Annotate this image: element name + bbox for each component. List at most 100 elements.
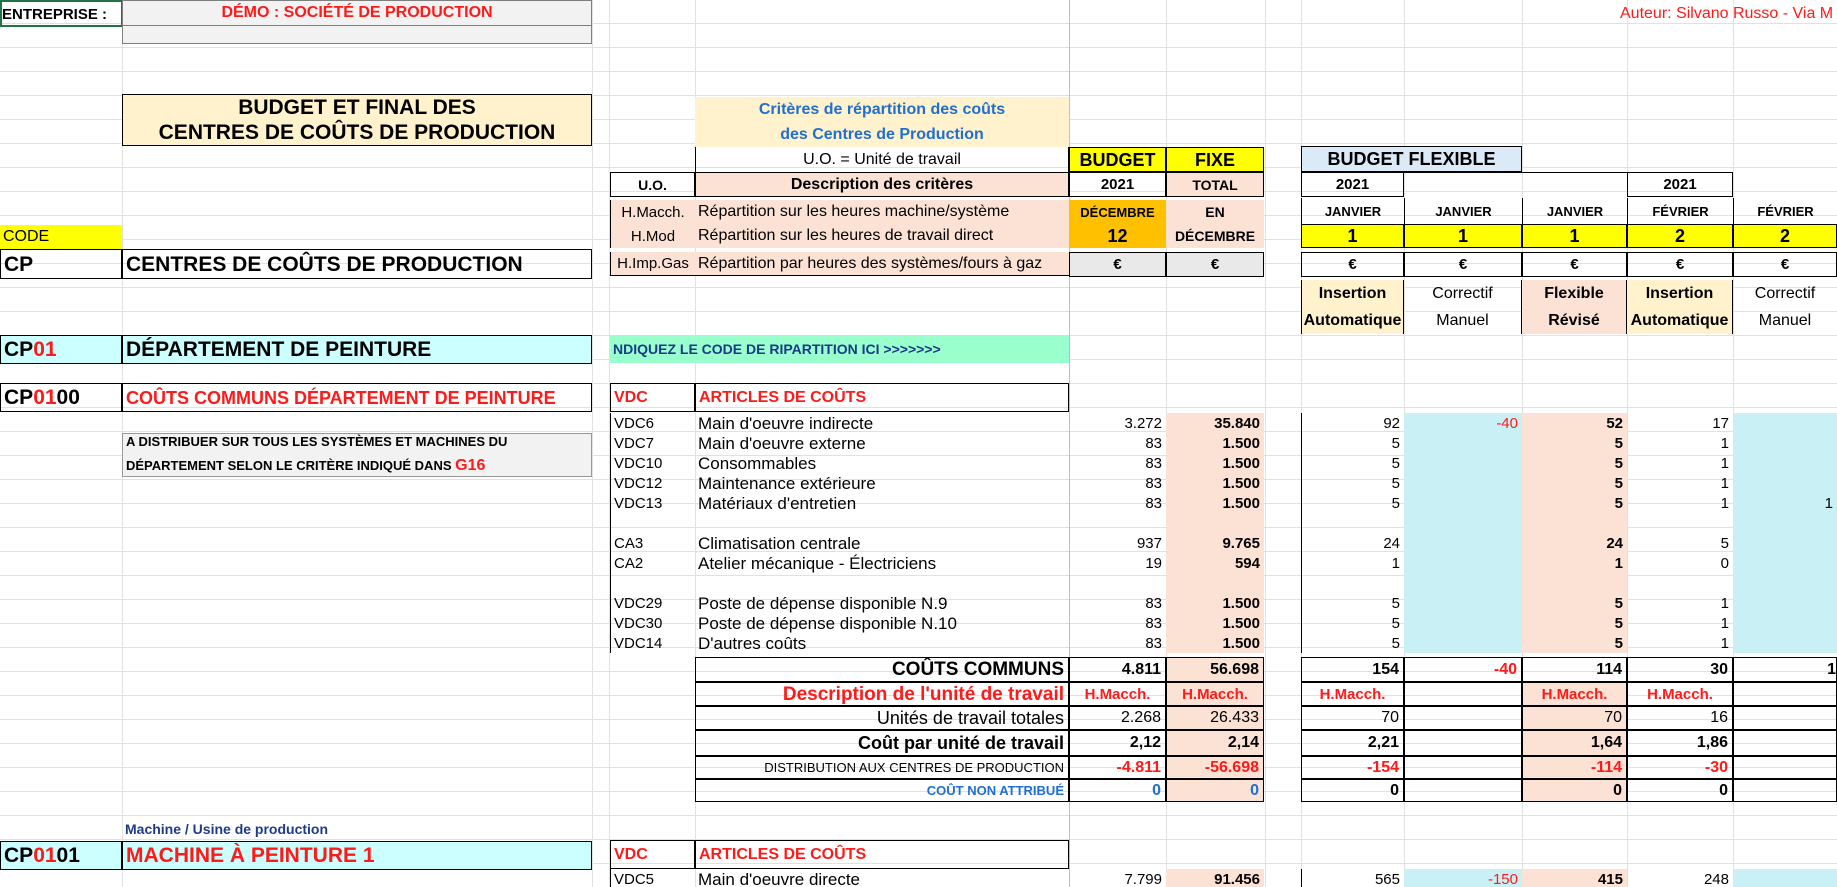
cost-row-flex-5[interactable] <box>1733 593 1837 613</box>
cost-row-flex-4[interactable]: 5 <box>1627 533 1733 553</box>
cost-row-flex-5[interactable] <box>1733 433 1837 453</box>
spreadsheet-grid[interactable]: ENTREPRISE : DÉMO : SOCIÉTÉ DE PRODUCTIO… <box>0 0 1837 887</box>
cost-row-fixe[interactable]: 1.500 <box>1166 453 1264 473</box>
cost-row-fixe[interactable] <box>1166 573 1264 593</box>
cost-row-flex-1[interactable] <box>1301 513 1404 533</box>
cost-row-flex-2[interactable] <box>1404 533 1522 553</box>
cost-row-code[interactable]: CA2 <box>610 553 695 573</box>
cost-row-label[interactable]: Climatisation centrale <box>695 533 1069 553</box>
cost-row-flex-2[interactable] <box>1404 633 1522 653</box>
cost-row-flex-4[interactable]: 1 <box>1627 453 1733 473</box>
flex-num-2[interactable]: 1 <box>1404 224 1522 248</box>
cost-row-label[interactable] <box>695 573 1069 593</box>
cost-row-flex-2[interactable] <box>1404 513 1522 533</box>
cost-row-code[interactable] <box>610 513 695 533</box>
cost-row-flex-4[interactable]: 1 <box>1627 493 1733 513</box>
cost-row-flex-3[interactable]: 5 <box>1522 613 1627 633</box>
cost-row-flex-4[interactable]: 1 <box>1627 593 1733 613</box>
cost-row-label[interactable]: Maintenance extérieure <box>695 473 1069 493</box>
cost-row-fixe[interactable]: 1.500 <box>1166 473 1264 493</box>
cost-row-budget[interactable]: 19 <box>1069 553 1166 573</box>
cost-row-label[interactable]: Poste de dépense disponible N.10 <box>695 613 1069 633</box>
machine-row-label[interactable]: Main d'oeuvre directe <box>695 869 1069 887</box>
cost-row-label[interactable] <box>695 513 1069 533</box>
cost-row-fixe[interactable]: 35.840 <box>1166 413 1264 433</box>
cost-row-flex-4[interactable]: 0 <box>1627 553 1733 573</box>
cost-row-budget[interactable]: 83 <box>1069 613 1166 633</box>
cost-row-label[interactable]: Main d'oeuvre indirecte <box>695 413 1069 433</box>
machine-row-budget[interactable]: 7.799 <box>1069 869 1166 887</box>
cost-row-flex-4[interactable]: 1 <box>1627 473 1733 493</box>
cost-row-flex-3[interactable] <box>1522 573 1627 593</box>
cost-row-fixe[interactable]: 1.500 <box>1166 613 1264 633</box>
cost-row-code[interactable]: VDC30 <box>610 613 695 633</box>
cost-row-flex-2[interactable] <box>1404 453 1522 473</box>
cost-row-budget[interactable]: 83 <box>1069 453 1166 473</box>
machine-row-code[interactable]: VDC5 <box>610 869 695 887</box>
cost-row-flex-1[interactable]: 5 <box>1301 593 1404 613</box>
machine-row-flex-2[interactable]: -150 <box>1404 869 1522 887</box>
cost-row-flex-2[interactable] <box>1404 593 1522 613</box>
cost-row-budget[interactable]: 937 <box>1069 533 1166 553</box>
cost-row-flex-1[interactable] <box>1301 573 1404 593</box>
cost-row-flex-1[interactable]: 5 <box>1301 493 1404 513</box>
flex-num-3[interactable]: 1 <box>1522 224 1627 248</box>
cost-row-flex-1[interactable]: 24 <box>1301 533 1404 553</box>
cost-row-flex-5[interactable] <box>1733 613 1837 633</box>
cost-row-flex-2[interactable]: -40 <box>1404 413 1522 433</box>
cost-row-flex-3[interactable]: 5 <box>1522 453 1627 473</box>
cost-row-code[interactable]: VDC14 <box>610 633 695 653</box>
company-name-subcell[interactable] <box>122 26 592 44</box>
company-name-cell[interactable]: DÉMO : SOCIÉTÉ DE PRODUCTION <box>122 0 592 26</box>
cost-row-fixe[interactable] <box>1166 513 1264 533</box>
cost-row-flex-1[interactable]: 5 <box>1301 633 1404 653</box>
machine-row-flex-4[interactable]: 248 <box>1627 869 1733 887</box>
cost-row-budget[interactable]: 83 <box>1069 433 1166 453</box>
cost-row-flex-5[interactable] <box>1733 453 1837 473</box>
cost-row-budget[interactable] <box>1069 513 1166 533</box>
cost-row-fixe[interactable]: 1.500 <box>1166 433 1264 453</box>
cost-row-flex-3[interactable]: 1 <box>1522 553 1627 573</box>
cost-row-flex-4[interactable]: 1 <box>1627 433 1733 453</box>
cost-row-label[interactable]: Consommables <box>695 453 1069 473</box>
cost-row-flex-5[interactable] <box>1733 413 1837 433</box>
common-note-ref[interactable]: G16 <box>455 457 485 474</box>
cost-row-flex-2[interactable] <box>1404 573 1522 593</box>
cost-row-budget[interactable]: 83 <box>1069 593 1166 613</box>
cost-row-flex-2[interactable] <box>1404 473 1522 493</box>
cost-row-budget[interactable]: 3.272 <box>1069 413 1166 433</box>
machine-row-flex-1[interactable]: 565 <box>1301 869 1404 887</box>
cost-row-label[interactable]: Matériaux d'entretien <box>695 493 1069 513</box>
cost-row-flex-3[interactable]: 5 <box>1522 473 1627 493</box>
cost-row-fixe[interactable]: 594 <box>1166 553 1264 573</box>
cost-row-code[interactable]: CA3 <box>610 533 695 553</box>
flex-num-4[interactable]: 2 <box>1627 224 1733 248</box>
cost-row-code[interactable]: VDC6 <box>610 413 695 433</box>
cost-row-label[interactable]: Main d'oeuvre externe <box>695 433 1069 453</box>
cost-row-flex-3[interactable]: 24 <box>1522 533 1627 553</box>
flex-num-1[interactable]: 1 <box>1301 224 1404 248</box>
cost-row-fixe[interactable]: 9.765 <box>1166 533 1264 553</box>
cost-row-flex-4[interactable] <box>1627 513 1733 533</box>
cost-row-code[interactable] <box>610 573 695 593</box>
cost-row-flex-3[interactable]: 52 <box>1522 413 1627 433</box>
cost-row-fixe[interactable]: 1.500 <box>1166 633 1264 653</box>
cost-row-code[interactable]: VDC7 <box>610 433 695 453</box>
machine-row-flex-3[interactable]: 415 <box>1522 869 1627 887</box>
cost-row-flex-1[interactable]: 5 <box>1301 453 1404 473</box>
cost-row-fixe[interactable]: 1.500 <box>1166 493 1264 513</box>
cost-row-flex-1[interactable]: 92 <box>1301 413 1404 433</box>
machine-row-fixe[interactable]: 91.456 <box>1166 869 1264 887</box>
cost-row-label[interactable]: Poste de dépense disponible N.9 <box>695 593 1069 613</box>
cost-row-flex-5[interactable] <box>1733 633 1837 653</box>
cost-row-flex-2[interactable] <box>1404 493 1522 513</box>
cost-row-flex-2[interactable] <box>1404 613 1522 633</box>
cost-row-flex-5[interactable] <box>1733 573 1837 593</box>
cost-row-flex-5[interactable] <box>1733 473 1837 493</box>
cost-row-flex-3[interactable] <box>1522 513 1627 533</box>
cost-row-flex-3[interactable]: 5 <box>1522 593 1627 613</box>
cost-row-fixe[interactable]: 1.500 <box>1166 593 1264 613</box>
cost-row-flex-3[interactable]: 5 <box>1522 493 1627 513</box>
cost-row-code[interactable]: VDC13 <box>610 493 695 513</box>
cost-row-label[interactable]: Atelier mécanique - Électriciens <box>695 553 1069 573</box>
